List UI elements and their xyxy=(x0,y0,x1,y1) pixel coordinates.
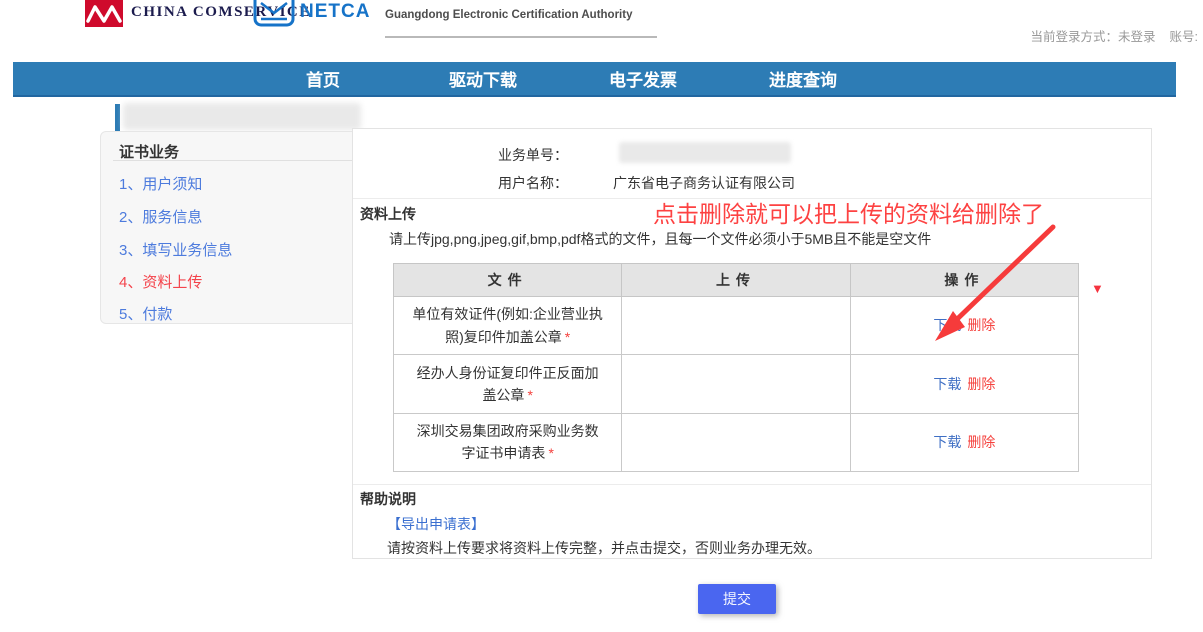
netca-wordmark[interactable]: NETCA xyxy=(300,1,370,23)
nav-item-progress-query[interactable]: 进度查询 xyxy=(723,66,883,91)
main-content: 业务单号： 用户名称： 广东省电子商务认证有限公司 资料上传 点击删除就可以把上… xyxy=(352,128,1152,559)
login-method-label: 当前登录方式： xyxy=(1030,30,1118,44)
order-number-redacted-blob xyxy=(619,142,791,163)
download-link[interactable]: 下载 xyxy=(933,434,961,450)
nav-item-driver-download[interactable]: 驱动下载 xyxy=(403,66,563,91)
help-divider xyxy=(353,484,1151,485)
operation-cell: 下载删除 xyxy=(850,414,1078,472)
netca-subtitle: Guangdong Electronic Certification Autho… xyxy=(385,9,632,21)
help-note: 请按资料上传要求将资料上传完整，并点击提交，否则业务办理无效。 xyxy=(387,538,821,558)
file-name: 单位有效证件(例如:企业营业执照)复印件加盖公章 xyxy=(412,306,603,344)
nav-item-home[interactable]: 首页 xyxy=(243,66,403,91)
top-header: CHINA COMSERVICE NETCA Guangdong Electro… xyxy=(0,0,1203,62)
upload-cell xyxy=(622,297,850,355)
sidebar-item-upload-files[interactable]: 4、资料上传 xyxy=(119,271,202,292)
upload-cell xyxy=(622,414,850,472)
upload-instruction: 请上传jpg,png,jpeg,gif,bmp,pdf格式的文件，且每一个文件必… xyxy=(389,229,931,249)
table-row: 经办人身份证复印件正反面加盖公章* 下载删除 xyxy=(394,355,1079,414)
main-nav: 首页 驱动下载 电子发票 进度查询 xyxy=(13,62,1176,97)
delete-link[interactable]: 删除 xyxy=(967,376,995,392)
login-status: 当前登录方式：未登录账号: xyxy=(1030,26,1198,45)
zigzag-icon xyxy=(85,0,123,25)
sidebar-certificate-business: 证书业务 1、用户须知 2、服务信息 3、填写业务信息 4、资料上传 5、付款 xyxy=(100,131,368,324)
sidebar-divider xyxy=(113,160,357,161)
logo-divider xyxy=(385,36,657,38)
file-name: 深圳交易集团政府采购业务数字证书申请表 xyxy=(417,423,599,461)
col-header-file: 文件 xyxy=(394,264,622,297)
page-title-redacted-blob xyxy=(123,103,361,130)
user-name-value: 广东省电子商务认证有限公司 xyxy=(613,173,795,193)
operation-cell: 下载删除 xyxy=(850,355,1078,414)
title-accent-bar xyxy=(115,104,120,131)
submit-button[interactable]: 提交 xyxy=(698,584,776,614)
page: CHINA COMSERVICE NETCA Guangdong Electro… xyxy=(0,0,1203,632)
required-asterisk: * xyxy=(565,329,570,345)
delete-link[interactable]: 删除 xyxy=(967,317,995,333)
file-name-cell: 单位有效证件(例如:企业营业执照)复印件加盖公章* xyxy=(394,297,622,355)
download-link[interactable]: 下载 xyxy=(933,376,961,392)
red-annotation-text: 点击删除就可以把上传的资料给删除了 xyxy=(653,195,1044,229)
netca-logo-icon[interactable] xyxy=(253,0,295,27)
order-number-label: 业务单号： xyxy=(428,145,568,165)
table-row: 深圳交易集团政府采购业务数字证书申请表* 下载删除 xyxy=(394,414,1079,472)
sidebar-title: 证书业务 xyxy=(119,141,179,162)
table-row: 单位有效证件(例如:企业营业执照)复印件加盖公章* 下载删除 xyxy=(394,297,1079,355)
sidebar-item-service-info[interactable]: 2、服务信息 xyxy=(119,206,202,227)
account-label: 账号: xyxy=(1170,30,1198,44)
upload-table: 文件 上传 操作 单位有效证件(例如:企业营业执照)复印件加盖公章* 下载删除 … xyxy=(393,263,1079,472)
file-name: 经办人身份证复印件正反面加盖公章 xyxy=(417,365,599,403)
nav-item-e-invoice[interactable]: 电子发票 xyxy=(563,66,723,91)
user-name-label: 用户名称： xyxy=(428,173,568,193)
download-link[interactable]: 下载 xyxy=(933,317,961,333)
file-name-cell: 深圳交易集团政府采购业务数字证书申请表* xyxy=(394,414,622,472)
sidebar-item-payment[interactable]: 5、付款 xyxy=(119,303,172,324)
col-header-upload: 上传 xyxy=(622,264,850,297)
upload-cell xyxy=(622,355,850,414)
export-application-form-link[interactable]: 【导出申请表】 xyxy=(387,514,485,534)
china-comservice-logo-icon[interactable] xyxy=(85,0,123,27)
login-status-value: 未登录 xyxy=(1118,30,1156,44)
sidebar-item-user-notice[interactable]: 1、用户须知 xyxy=(119,173,202,194)
table-header-row: 文件 上传 操作 xyxy=(394,264,1079,297)
help-section-title: 帮助说明 xyxy=(360,489,416,509)
required-asterisk: * xyxy=(527,387,532,403)
red-triangle-marker: ▼ xyxy=(1091,281,1104,296)
sidebar-item-fill-business-info[interactable]: 3、填写业务信息 xyxy=(119,239,232,260)
required-asterisk: * xyxy=(548,445,553,461)
file-name-cell: 经办人身份证复印件正反面加盖公章* xyxy=(394,355,622,414)
delete-link[interactable]: 删除 xyxy=(967,434,995,450)
operation-cell: 下载删除 xyxy=(850,297,1078,355)
col-header-operation: 操作 xyxy=(850,264,1078,297)
upload-section-title: 资料上传 xyxy=(360,204,416,224)
